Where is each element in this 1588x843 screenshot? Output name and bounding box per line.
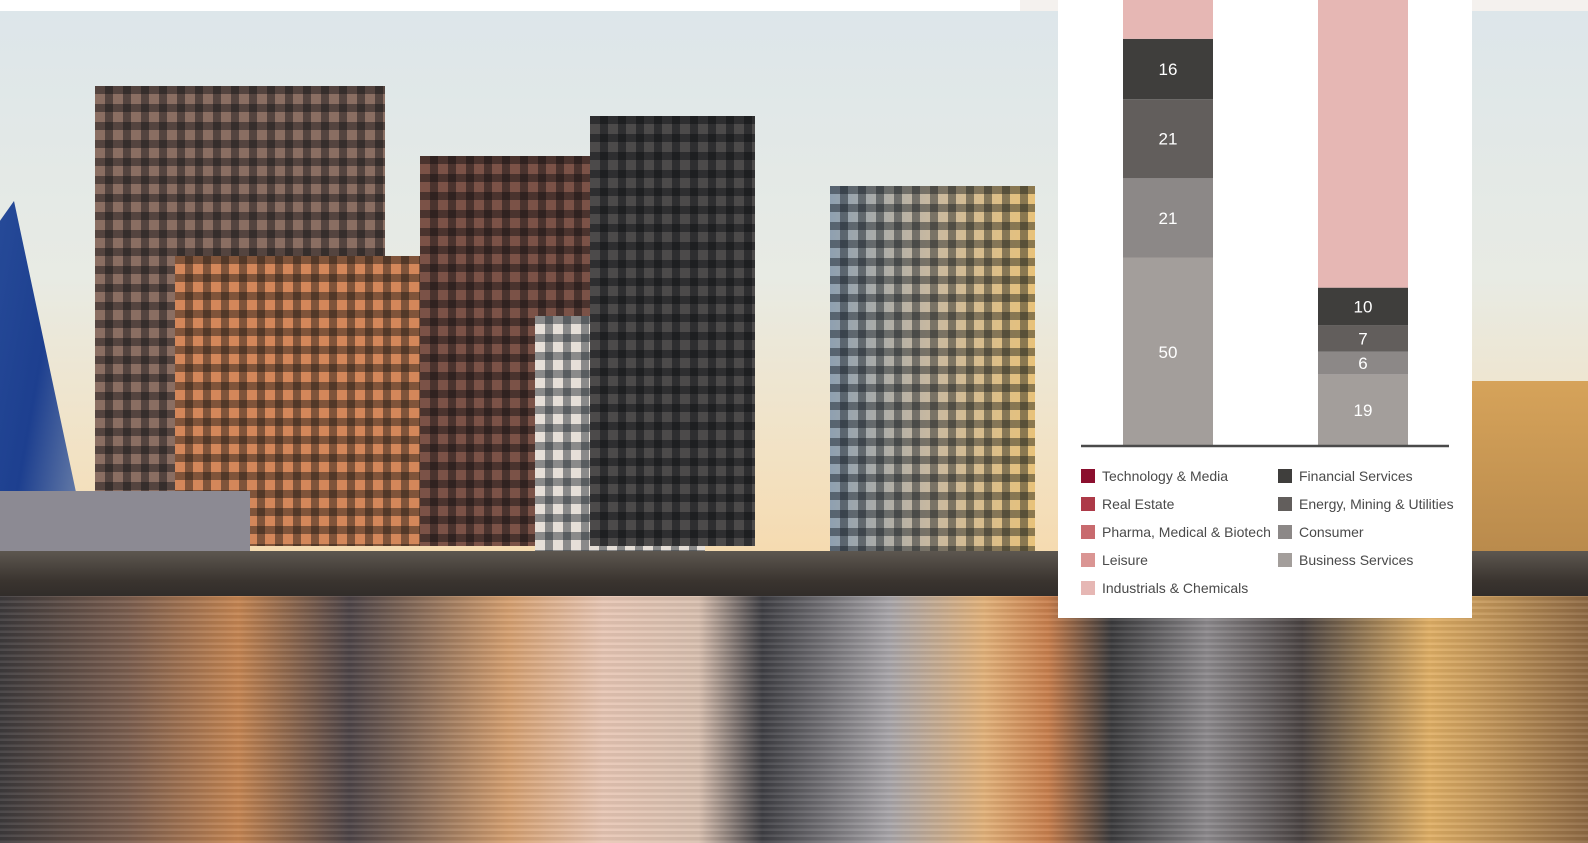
legend-swatch [1081, 553, 1095, 567]
chart-legend: Technology & Media Financial Services Re… [1081, 467, 1461, 597]
legend-label: Consumer [1299, 524, 1364, 540]
data-label: 21 [1159, 130, 1178, 149]
legend-swatch [1278, 525, 1292, 539]
bar-segment [1318, 0, 1408, 288]
legend-item-energy-mining-utilities: Energy, Mining & Utilities [1278, 495, 1458, 513]
data-label: 6 [1358, 354, 1367, 373]
data-label: 19 [1354, 401, 1373, 420]
legend-swatch [1278, 469, 1292, 483]
legend-label: Technology & Media [1102, 468, 1229, 484]
legend-label: Pharma, Medical & Biotech [1102, 524, 1271, 540]
legend-item-business-services: Business Services [1278, 551, 1458, 569]
legend-label: Industrials & Chemicals [1102, 580, 1249, 596]
legend-label: Energy, Mining & Utilities [1299, 496, 1454, 512]
data-label: 50 [1159, 343, 1178, 362]
legend-item-consumer: Consumer [1278, 523, 1458, 541]
legend-label: Real Estate [1102, 496, 1175, 512]
data-label: 10 [1354, 298, 1373, 317]
bar-segment [1123, 0, 1213, 39]
legend-item-pharma-medical-biotech: Pharma, Medical & Biotech [1081, 523, 1278, 541]
legend-label: Financial Services [1299, 468, 1413, 484]
legend-item-financial-services: Financial Services [1278, 467, 1458, 485]
legend-swatch [1278, 497, 1292, 511]
legend-label: Leisure [1102, 552, 1148, 568]
bars-group: 5021211619671025 [1123, 0, 1408, 446]
legend-item-industrials-chemicals: Industrials & Chemicals [1081, 579, 1278, 597]
data-label: 16 [1159, 60, 1178, 79]
legend-swatch [1081, 497, 1095, 511]
legend-item-leisure: Leisure [1081, 551, 1278, 569]
legend-swatch [1081, 581, 1095, 595]
legend-swatch [1081, 469, 1095, 483]
legend-item-real-estate: Real Estate [1081, 495, 1278, 513]
stacked-bar-chart: 5021211619671025 [1081, 0, 1449, 448]
data-label: 7 [1358, 330, 1367, 349]
legend-label: Business Services [1299, 552, 1414, 568]
legend-swatch [1081, 525, 1095, 539]
legend-item-technology-media: Technology & Media [1081, 467, 1278, 485]
legend-swatch [1278, 553, 1292, 567]
data-label: 21 [1159, 209, 1178, 228]
